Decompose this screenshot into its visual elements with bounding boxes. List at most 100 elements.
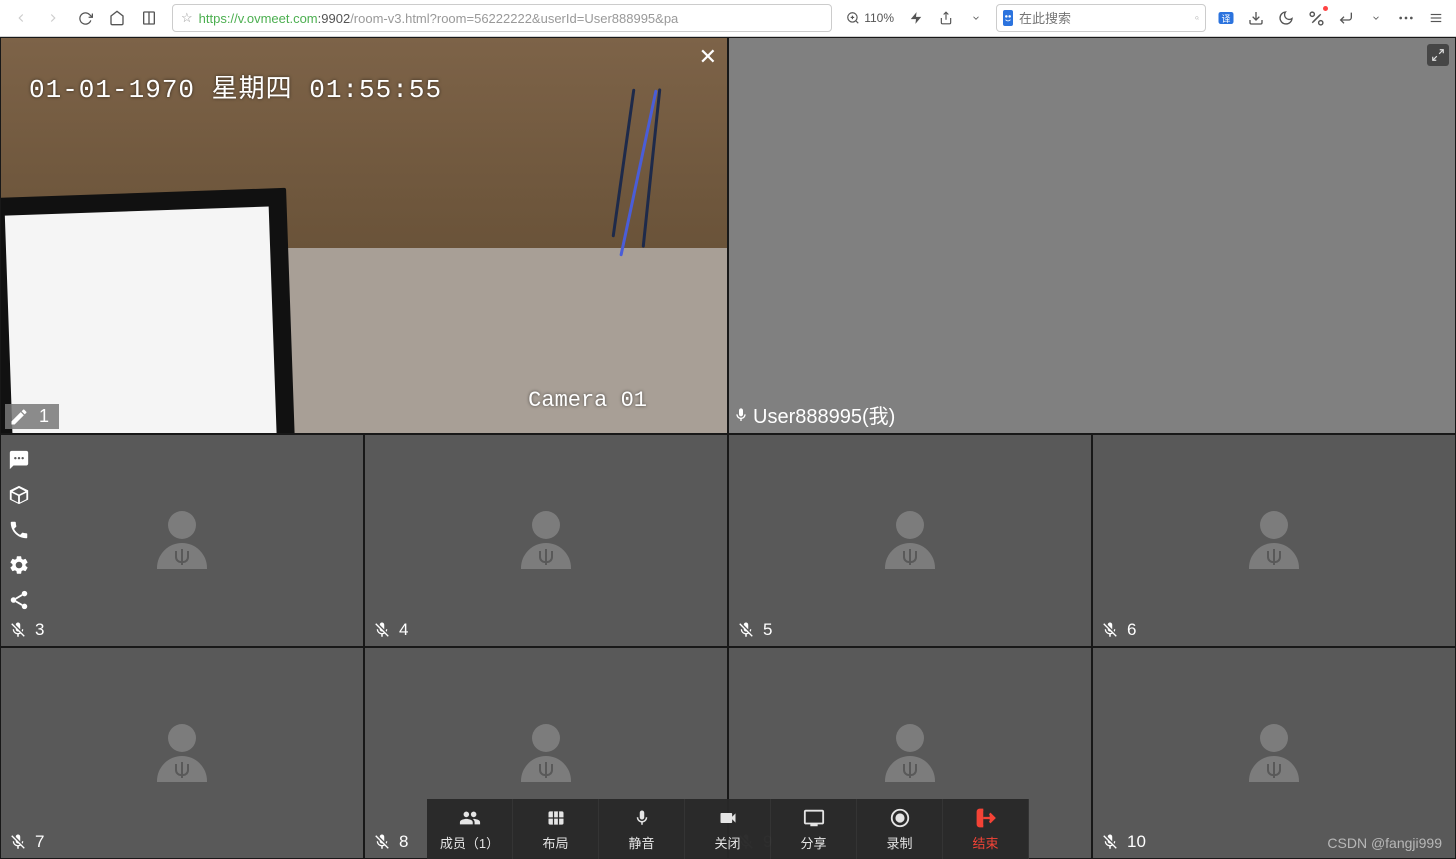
tile-number: 5 [763,620,772,640]
mic-muted-icon [1101,832,1119,852]
record-button[interactable]: 录制 [857,799,943,859]
video-tile-empty[interactable]: 7 [0,647,364,859]
layout-button[interactable]: 布局 [513,799,599,859]
members-button[interactable]: 成员（1） [427,799,513,859]
share-screen-button[interactable]: 分享 [771,799,857,859]
tile-number: 10 [1127,832,1146,852]
chevron-down-icon[interactable] [962,4,990,32]
mute-button[interactable]: 静音 [599,799,685,859]
tile-number: 4 [399,620,408,640]
tile-badge: 4 [369,618,412,642]
screenshot-icon[interactable] [1302,4,1330,32]
layout-icon [544,806,568,830]
avatar-placeholder-icon [885,511,935,569]
back-button[interactable] [6,4,36,32]
library-button[interactable] [134,4,164,32]
mic-muted-icon [9,832,27,852]
undo-icon[interactable] [1332,4,1360,32]
watermark: CSDN @fangji999 [1327,835,1442,851]
tile-number: 8 [399,832,408,852]
tile-badge: 10 [1097,830,1150,854]
chevron-down-icon-2[interactable] [1362,4,1390,32]
zoom-indicator[interactable]: 110% [846,11,894,25]
tile-number: 7 [35,832,44,852]
camera-label: Camera 01 [528,388,647,413]
reload-button[interactable] [70,4,100,32]
zoom-value: 110% [864,11,894,25]
avatar-placeholder-icon [885,724,935,782]
video-tile-empty[interactable]: 3 [0,434,364,647]
tile-badge: 7 [5,830,48,854]
download-icon[interactable] [1242,4,1270,32]
video-tile-self[interactable]: User888995(我) [728,37,1456,434]
search-box[interactable] [996,4,1206,32]
url-text: https://v.ovmeet.com:9902/room-v3.html?r… [199,11,824,26]
tile-badge: 8 [369,830,412,854]
tile-badge: 6 [1097,618,1140,642]
mic-icon [633,806,651,830]
video-toggle-button[interactable]: 关闭 [685,799,771,859]
chat-icon[interactable] [6,447,32,473]
zoom-icon [846,11,860,25]
tile-badge: 5 [733,618,776,642]
camera-timestamp: 01-01-1970 星期四 01:55:55 [29,68,442,105]
search-icon [1195,11,1199,25]
share-label: 分享 [800,833,826,852]
cube-icon[interactable] [6,482,32,508]
translate-icon[interactable]: 译 [1212,4,1240,32]
video-tile-empty[interactable]: 10 [1092,647,1456,859]
tile-number: 3 [35,620,44,640]
mic-muted-icon [373,620,391,640]
side-action-column [6,447,32,613]
layout-label: 布局 [542,833,568,852]
video-toggle-label: 关闭 [714,833,740,852]
participant-badge[interactable]: 1 [5,404,59,429]
expand-icon[interactable] [1427,44,1449,66]
tile-badge: 3 [5,618,48,642]
mute-label: 静音 [628,833,654,852]
record-icon [889,806,911,830]
hamburger-menu-icon[interactable] [1422,4,1450,32]
participant-number: 1 [39,406,49,427]
mic-muted-icon [373,832,391,852]
gear-icon[interactable] [6,552,32,578]
address-bar[interactable]: ☆ https://v.ovmeet.com:9902/room-v3.html… [172,4,832,32]
browser-toolbar: ☆ https://v.ovmeet.com:9902/room-v3.html… [0,0,1456,37]
exit-icon [974,806,998,830]
svg-text:译: 译 [1221,14,1230,24]
avatar-placeholder-icon [157,511,207,569]
self-user-label: User888995(我) [733,400,895,429]
tile-number: 6 [1127,620,1136,640]
end-meeting-button[interactable]: 结束 [943,799,1029,859]
mic-muted-icon [737,620,755,640]
edit-icon [9,407,29,427]
avatar-placeholder-icon [1249,511,1299,569]
end-label: 结束 [972,833,998,852]
record-label: 录制 [886,833,912,852]
monitor-icon [801,806,827,830]
participant-grid: 3 4 5 6 7 8 9 10 [0,434,1456,859]
phone-icon[interactable] [6,517,32,543]
avatar-placeholder-icon [157,724,207,782]
search-input[interactable] [1019,11,1195,26]
more-icon[interactable] [1392,4,1420,32]
share-nodes-icon[interactable] [6,587,32,613]
dark-mode-icon[interactable] [1272,4,1300,32]
avatar-placeholder-icon [521,511,571,569]
video-tile-empty[interactable]: 5 [728,434,1092,647]
video-tile-camera[interactable]: 01-01-1970 星期四 01:55:55 Camera 01 ✕ 1 [0,37,728,434]
share-page-icon[interactable] [932,4,960,32]
avatar-placeholder-icon [521,724,571,782]
video-tile-empty[interactable]: 4 [364,434,728,647]
video-tile-empty[interactable]: 6 [1092,434,1456,647]
search-engine-icon [1003,10,1013,26]
bookmark-star-icon[interactable]: ☆ [181,10,193,26]
mic-icon [733,405,749,425]
video-icon [715,806,741,830]
forward-button[interactable] [38,4,68,32]
flash-icon[interactable] [902,4,930,32]
close-tile-icon[interactable]: ✕ [699,44,717,70]
avatar-placeholder-icon [1249,724,1299,782]
mic-muted-icon [1101,620,1119,640]
home-button[interactable] [102,4,132,32]
